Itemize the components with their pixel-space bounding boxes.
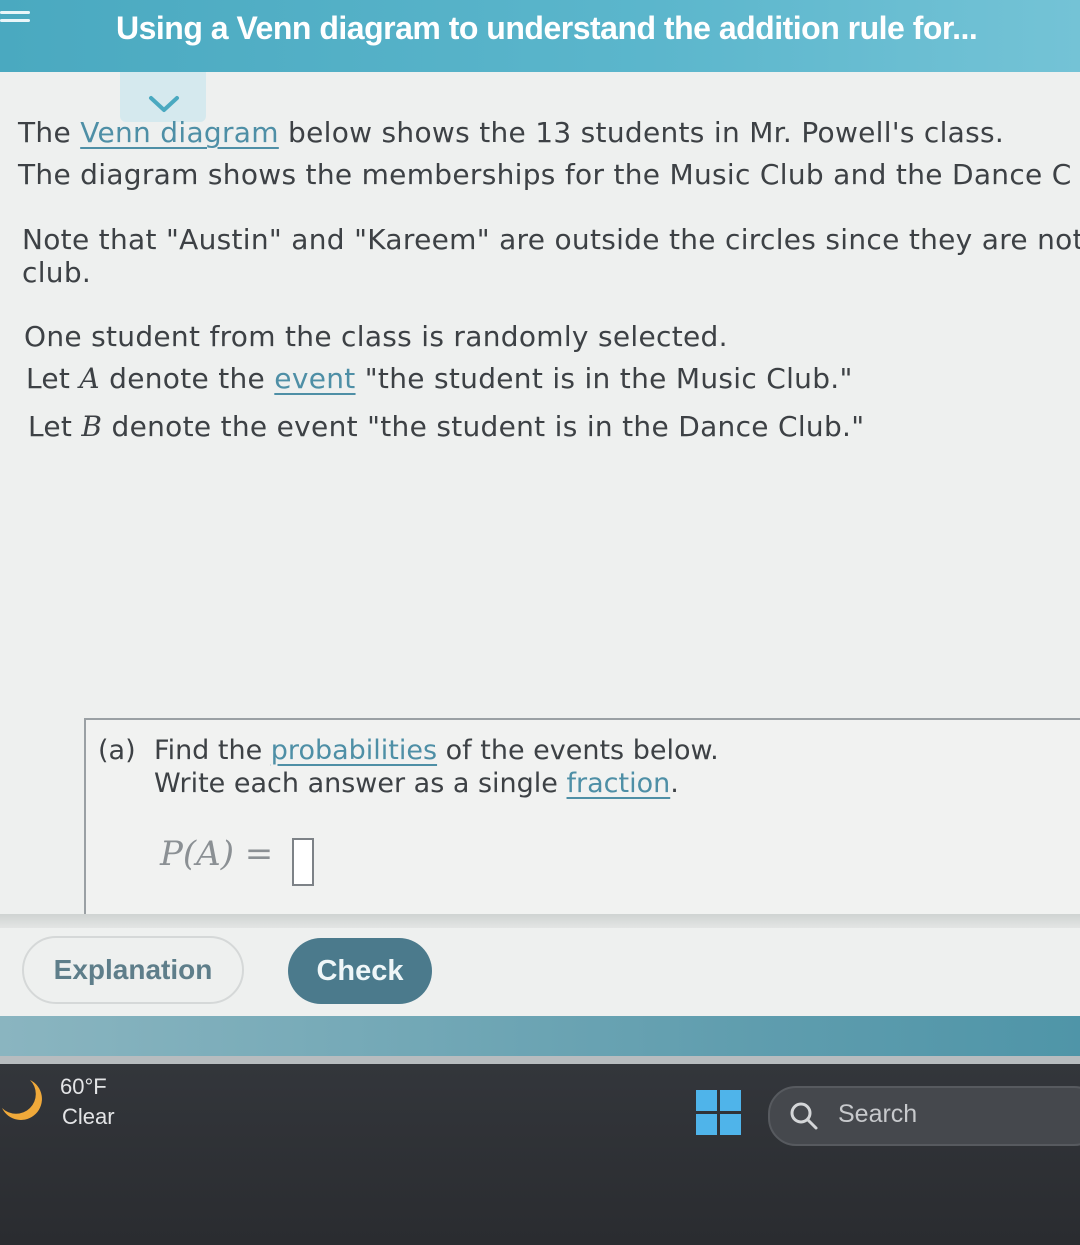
intro-line-1: The Venn diagram below shows the 13 stud… xyxy=(18,116,1005,149)
footer-divider xyxy=(0,1056,1080,1064)
windows-logo-icon[interactable] xyxy=(696,1090,742,1136)
probability-formula: P(A) = xyxy=(160,834,274,874)
selection-statement: One student from the class is randomly s… xyxy=(24,320,728,353)
menu-icon[interactable] xyxy=(0,6,36,36)
search-label: Search xyxy=(838,1100,918,1128)
intro-line-2: The diagram shows the memberships for th… xyxy=(18,158,1072,191)
search-icon xyxy=(790,1102,818,1130)
event-b-definition: Let B denote the event "the student is i… xyxy=(28,410,865,443)
collapse-toggle[interactable] xyxy=(120,72,206,122)
page-title: Using a Venn diagram to understand the a… xyxy=(116,10,978,46)
note-line-1: Note that "Austin" and "Kareem" are outs… xyxy=(22,223,1080,256)
panel-divider xyxy=(0,914,1080,928)
fraction-link[interactable]: fraction xyxy=(567,768,671,799)
check-button[interactable]: Check xyxy=(288,938,432,1004)
event-link[interactable]: event xyxy=(274,362,355,395)
footer-bar xyxy=(0,1016,1080,1056)
moon-icon xyxy=(2,1080,42,1120)
app-header: Using a Venn diagram to understand the a… xyxy=(0,0,1080,72)
weather-condition[interactable]: Clear xyxy=(62,1104,115,1130)
answer-input[interactable] xyxy=(292,838,314,886)
chevron-down-icon xyxy=(149,96,179,112)
explanation-button[interactable]: Explanation xyxy=(22,936,244,1004)
note-line-2: club. xyxy=(22,256,92,289)
part-label: (a) xyxy=(98,735,136,766)
weather-temperature[interactable]: 60°F xyxy=(60,1074,107,1100)
probabilities-link[interactable]: probabilities xyxy=(271,735,437,766)
event-a-definition: Let A denote the event "the student is i… xyxy=(26,362,853,395)
question-line-1: Find the probabilities of the events bel… xyxy=(154,735,719,766)
venn-diagram-link[interactable]: Venn diagram xyxy=(80,116,279,149)
question-line-2: Write each answer as a single fraction. xyxy=(154,768,679,799)
